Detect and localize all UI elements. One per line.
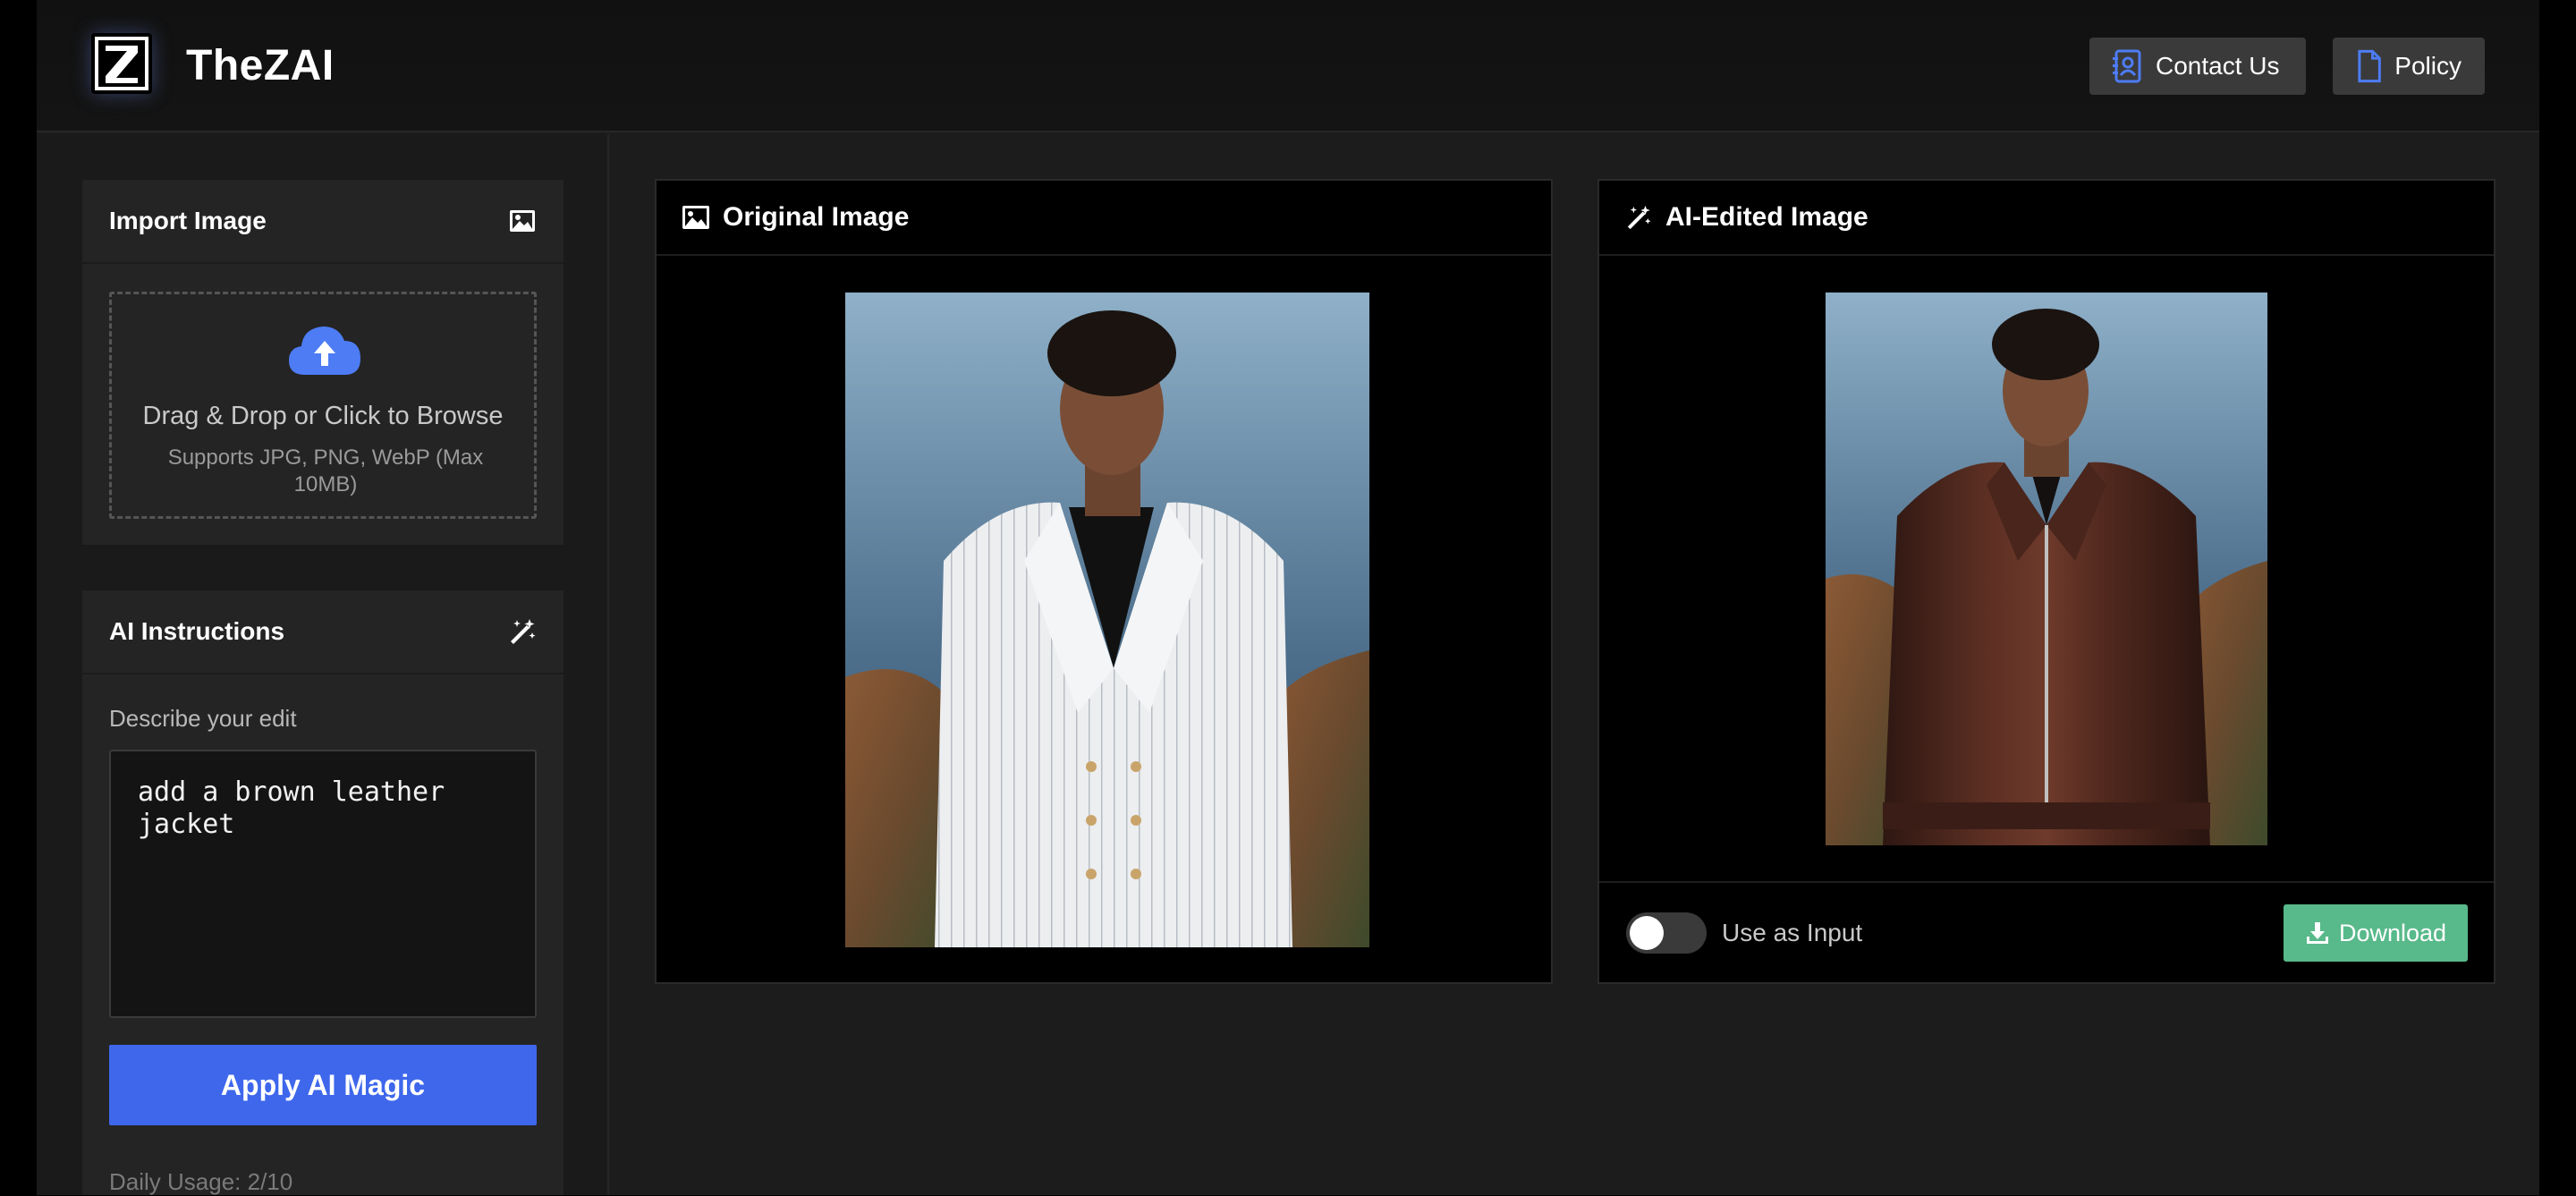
magic-wand-icon [1627,205,1651,230]
image-icon [682,206,709,229]
top-header: TheZAI Contact Us Policy [37,0,2539,132]
policy-label: Policy [2394,52,2462,80]
edited-photo-graphic [1826,293,2267,845]
ai-instructions-header: AI Instructions [82,590,564,674]
ai-edited-footer: Use as Input Download [1599,881,2494,984]
cloud-upload-icon [289,327,360,375]
ai-edited-image-title: AI-Edited Image [1665,202,1868,232]
original-image-title: Original Image [723,202,910,232]
toggle-knob [1630,916,1664,950]
ai-edited-image-header: AI-Edited Image [1599,181,2494,256]
app-window: TheZAI Contact Us Policy Import Image Dr… [37,0,2539,1195]
image-icon [510,210,535,232]
download-button[interactable]: Download [2284,904,2468,962]
original-image-card: Original Image [655,179,1553,984]
contact-us-label: Contact Us [2156,52,2280,80]
brand-name: TheZAI [186,42,335,89]
edit-prompt-textarea[interactable]: add a brown leather jacket [109,750,537,1018]
document-icon [2358,49,2381,83]
image-dropzone[interactable]: Drag & Drop or Click to Browse Supports … [109,292,537,519]
ai-instructions-title: AI Instructions [109,617,285,645]
logo[interactable] [91,33,152,94]
import-image-panel: Import Image Drag & Drop or Click to Bro… [82,180,564,545]
ai-instructions-panel: AI Instructions Describe your edit add a… [82,590,564,1195]
contact-book-icon [2113,49,2141,83]
original-image-header: Original Image [657,181,1551,256]
original-image [845,293,1369,947]
import-image-title: Import Image [109,207,267,234]
use-as-input-toggle[interactable] [1626,912,1707,954]
use-as-input-label: Use as Input [1722,919,1863,946]
ai-edited-image [1826,293,2267,845]
original-photo-graphic [845,293,1369,947]
logo-icon [95,37,148,90]
apply-ai-magic-button[interactable]: Apply AI Magic [109,1045,537,1125]
download-icon [2306,922,2328,944]
contact-us-button[interactable]: Contact Us [2089,38,2306,95]
policy-button[interactable]: Policy [2333,38,2485,95]
download-label: Download [2338,919,2447,946]
sidebar: Import Image Drag & Drop or Click to Bro… [37,134,609,1195]
dropzone-subtitle: Supports JPG, PNG, WebP (Max 10MB) [167,445,484,496]
describe-edit-label: Describe your edit [109,705,297,732]
daily-usage-text: Daily Usage: 2/10 [109,1168,293,1195]
import-image-header: Import Image [82,180,564,264]
magic-wand-icon [511,619,536,644]
ai-edited-image-card: AI-Edited Image Use as Input Download [1597,179,2496,984]
dropzone-title: Drag & Drop or Click to Browse [142,402,504,430]
